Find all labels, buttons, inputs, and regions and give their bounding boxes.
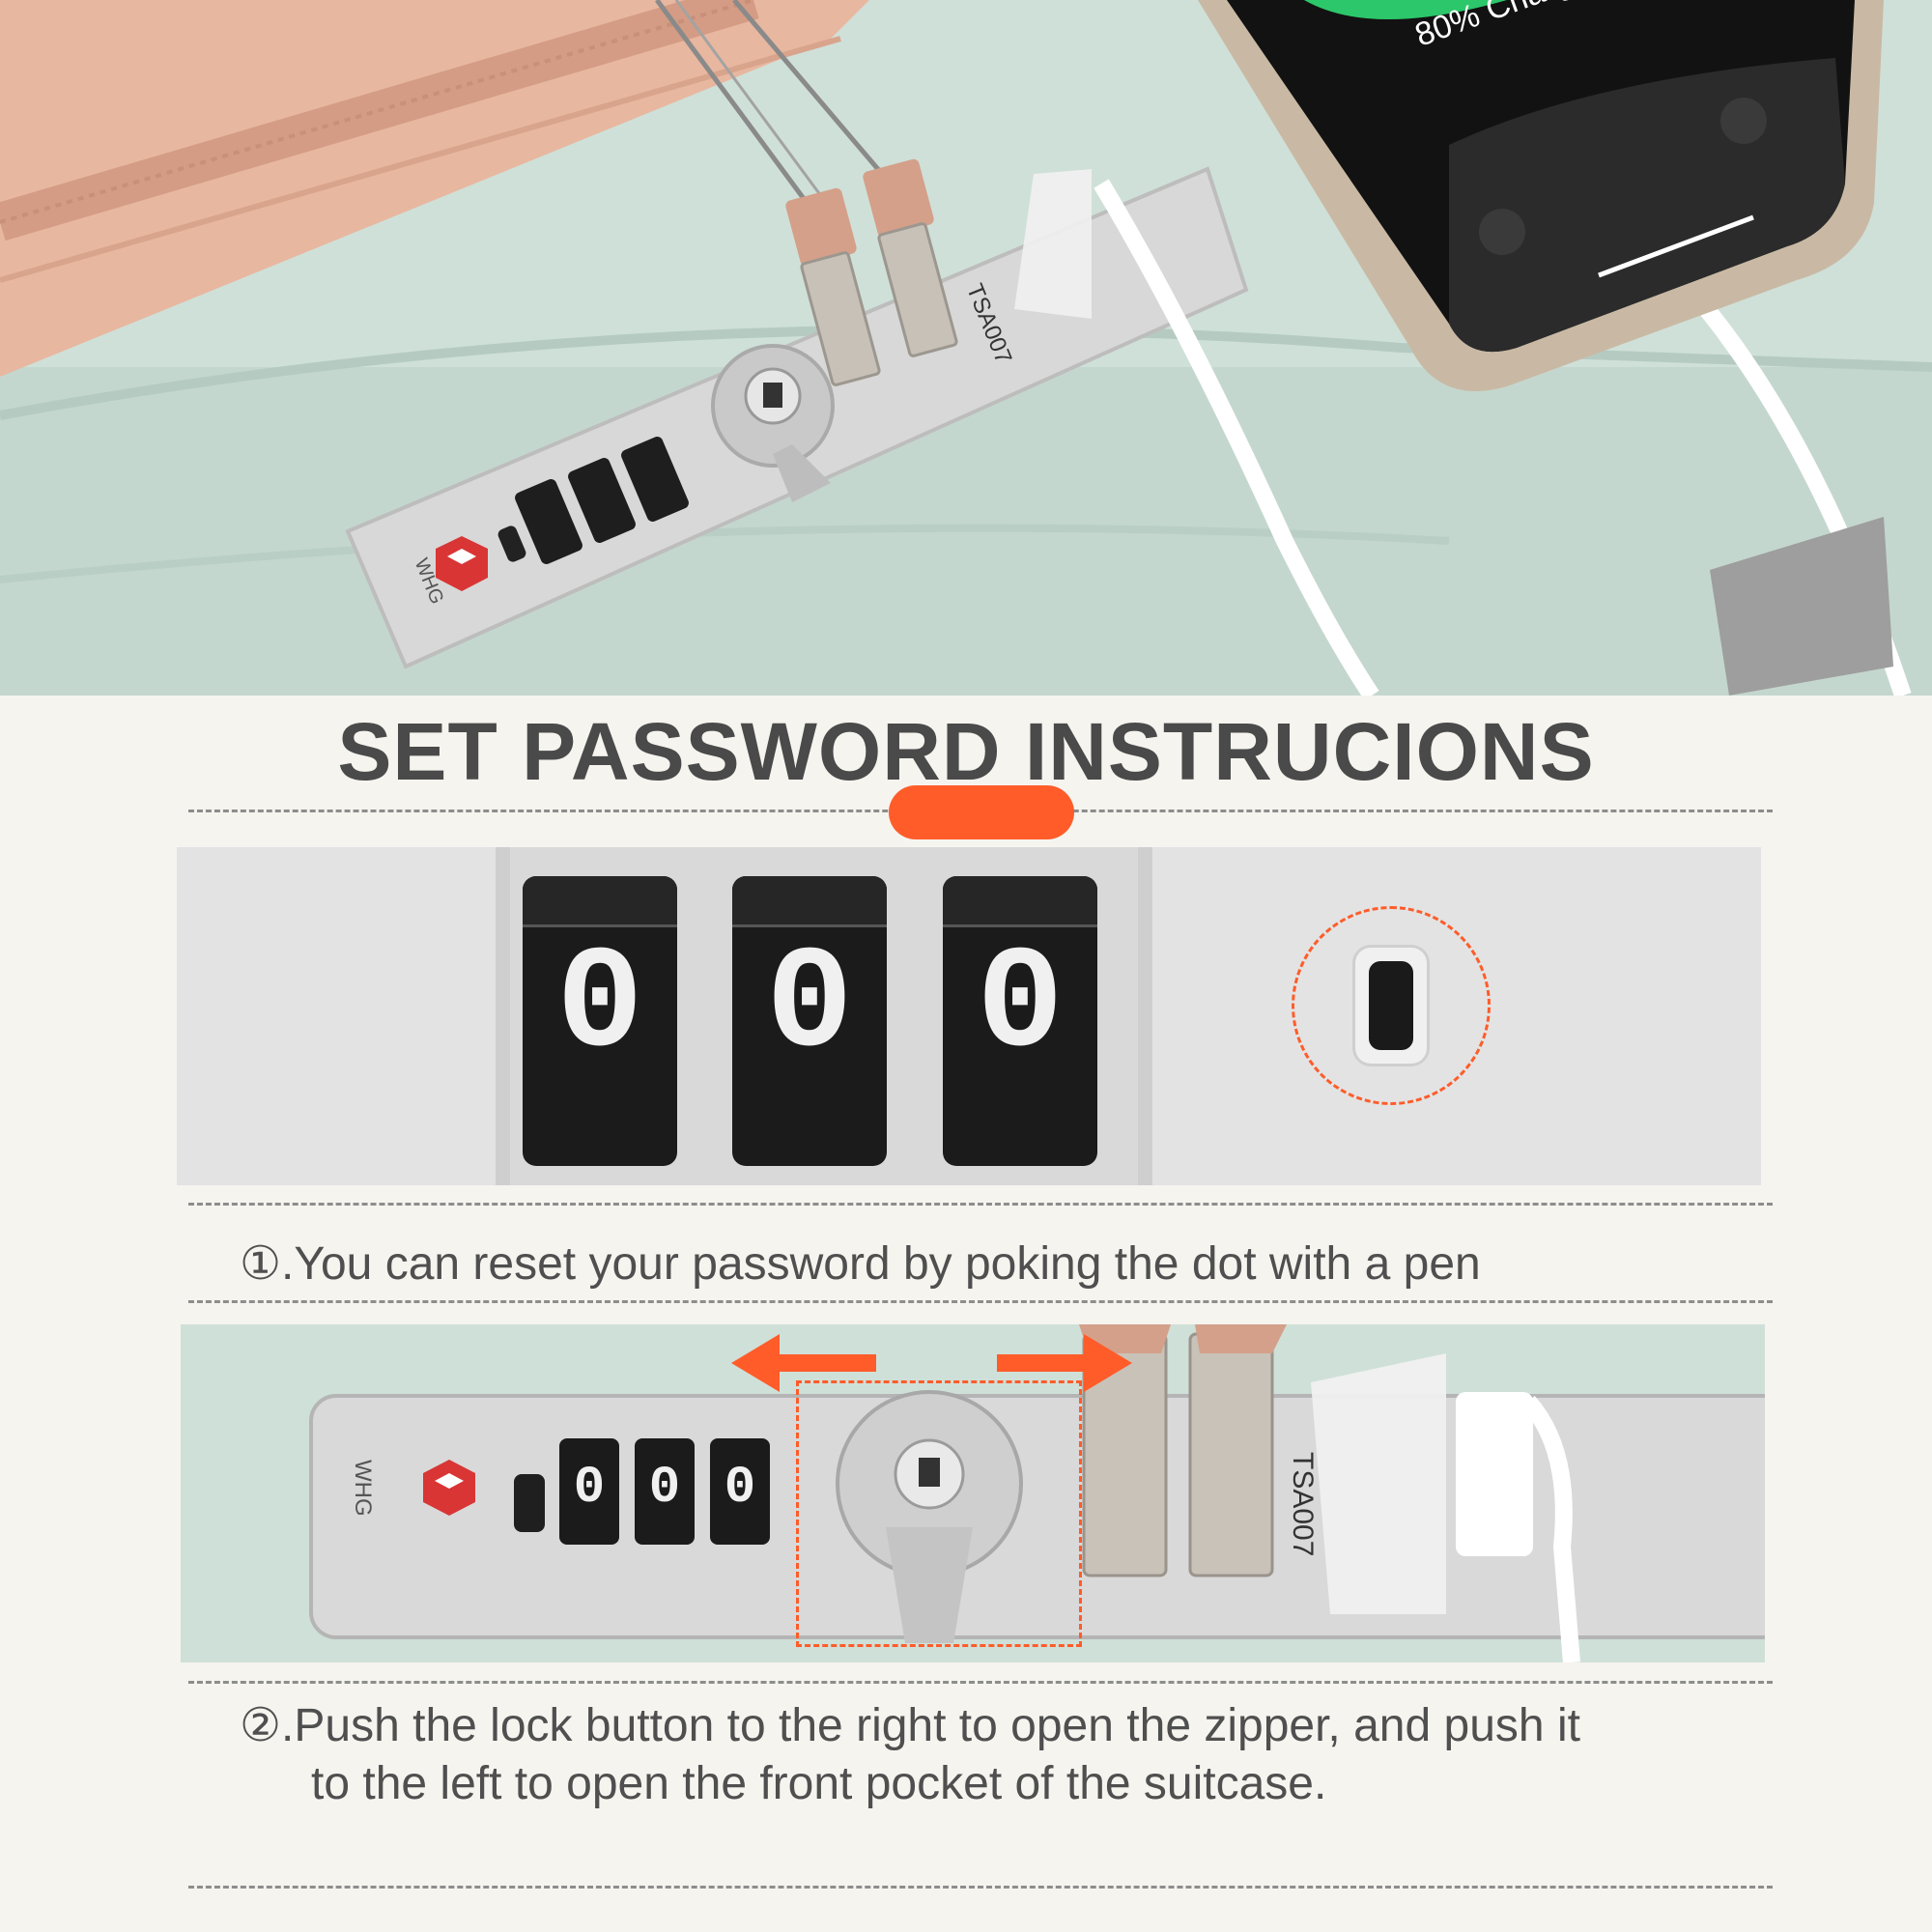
step2-lock-model-text: TSA007 <box>1287 1452 1319 1557</box>
reset-hole-highlight <box>1292 906 1491 1105</box>
step2-dial-1: 0 <box>559 1438 619 1545</box>
step2-dial-digit-2: 0 <box>648 1459 681 1518</box>
step2-image: 0 0 0 WHG TSA007 <box>181 1324 1765 1662</box>
step1-dial-3: 0 <box>943 876 1097 1166</box>
header-photo-illustration <box>0 0 1932 696</box>
step1-instruction: ①.You can reset your password by poking … <box>240 1234 1824 1294</box>
step1-dial-1: 0 <box>523 876 677 1166</box>
step1-dial-digit-2: 0 <box>765 924 853 1089</box>
step2-instruction-line1: ②.Push the lock button to the right to o… <box>240 1695 1785 1756</box>
step2-number: ② <box>240 1698 282 1752</box>
lock-slider-highlight <box>796 1380 1082 1647</box>
reset-hole <box>1355 948 1427 1064</box>
product-infographic: 80% Charge TSA007 WHG SET PASSWORD INSTR… <box>0 0 1932 1932</box>
step2-brand-text: WHG <box>350 1460 376 1517</box>
title-accent-pill <box>889 785 1074 839</box>
step2-instruction-line2: to the left to open the front pocket of … <box>311 1754 1760 1814</box>
step1-dial-digit-3: 0 <box>976 924 1064 1089</box>
step1-dial-digit-1: 0 <box>555 924 643 1089</box>
step2-text-line1: .Push the lock button to the right to op… <box>281 1700 1580 1751</box>
divider-step1-top <box>188 1203 1773 1206</box>
divider-step1-bottom <box>188 1300 1773 1303</box>
divider-bottom <box>188 1886 1773 1889</box>
step2-dial-2: 0 <box>635 1438 695 1545</box>
step2-text-line2: to the left to open the front pocket of … <box>311 1758 1327 1809</box>
step2-dial-digit-3: 0 <box>724 1459 756 1518</box>
step2-dial-3: 0 <box>710 1438 770 1545</box>
step1-number: ① <box>240 1236 282 1291</box>
header-photo: 80% Charge TSA007 WHG <box>0 0 1932 696</box>
divider-step2-top <box>188 1681 1773 1684</box>
step1-text: .You can reset your password by poking t… <box>281 1238 1481 1290</box>
step2-dial-digit-1: 0 <box>573 1459 606 1518</box>
step1-image: 0 0 0 <box>177 847 1761 1185</box>
step1-dial-2: 0 <box>732 876 887 1166</box>
